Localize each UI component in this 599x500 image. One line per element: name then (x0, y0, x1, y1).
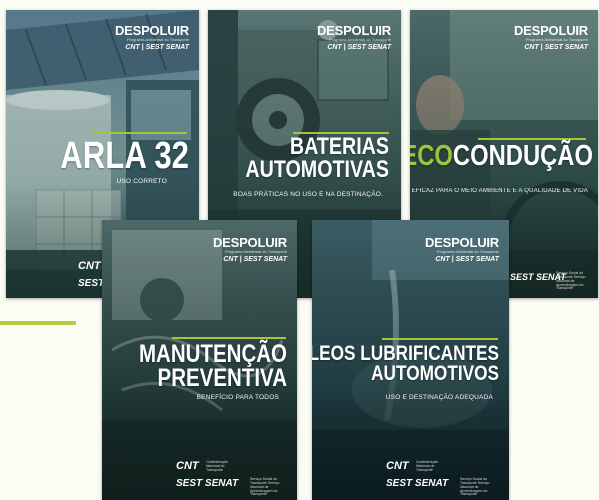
despoluir-logo: DESPOLUIR Programa Ambiental do Transpor… (316, 23, 391, 51)
decorative-accent-bar (0, 321, 76, 325)
cover-manutencao-preventiva[interactable]: DESPOLUIR Programa Ambiental do Transpor… (102, 220, 297, 500)
sest-senat-smalltext: Serviço Social do Transporte Serviço Nac… (250, 477, 280, 497)
despoluir-logo: DESPOLUIR Programa Ambiental do Transpor… (513, 23, 588, 51)
cover-title-baterias-automotivas: BATERIAS AUTOMOTIVAS (245, 133, 389, 183)
title-rule (382, 338, 498, 340)
cover-title-arla-32: ARLA 32 (60, 135, 189, 177)
title-rule (91, 132, 187, 134)
cnt-smalltext: Confederação Nacional do Transporte (206, 460, 228, 472)
despoluir-logo: DESPOLUIR Programa Ambiental do Transpor… (424, 235, 499, 263)
cover-subtitle-arla-32: USO CORRETO (116, 178, 167, 185)
sest-senat-smalltext: Serviço Social do Transporte Serviço Nac… (556, 271, 586, 291)
cnt-logo: CNT (386, 460, 409, 472)
cover-title-manutencao-preventiva: MANUTENÇÃO PREVENTIVA (138, 340, 287, 392)
cnt-logo: CNT (78, 260, 101, 272)
title-rule (172, 337, 286, 339)
sest-senat-logo: SEST SENAT (176, 478, 239, 489)
cover-subtitle-ecoconducao: EFICAZ PARA O MEIO AMBIENTE E A QUALIDAD… (411, 188, 588, 194)
cover-subtitle-manutencao: BENEFÍCIO PARA TODOS (196, 394, 279, 401)
sest-senat-logo: SEST SENAT (386, 478, 449, 489)
despoluir-logo: DESPOLUIR Programa Ambiental do Transpor… (212, 235, 287, 263)
sest-senat-smalltext: Serviço Social do Transporte Serviço Nac… (460, 477, 490, 497)
cnt-smalltext: Confederação Nacional do Transporte (416, 460, 438, 472)
cover-oleos-lubrificantes[interactable]: DESPOLUIR Programa Ambiental do Transpor… (312, 220, 509, 500)
cnt-logo: CNT (176, 460, 199, 472)
cover-subtitle-oleos: USO E DESTINAÇÃO ADEQUADA (385, 394, 493, 401)
cover-title-oleos-lubrificantes: ÓLEOS LUBRIFICANTES AUTOMOTIVOS (312, 342, 499, 385)
cover-subtitle-baterias: BOAS PRÁTICAS NO USO E NA DESTINAÇÃO. (233, 191, 383, 198)
despoluir-logo: DESPOLUIR Programa Ambiental do Transpor… (114, 23, 189, 51)
cover-title-ecoconducao: ECOCONDUÇÃO (410, 140, 593, 172)
